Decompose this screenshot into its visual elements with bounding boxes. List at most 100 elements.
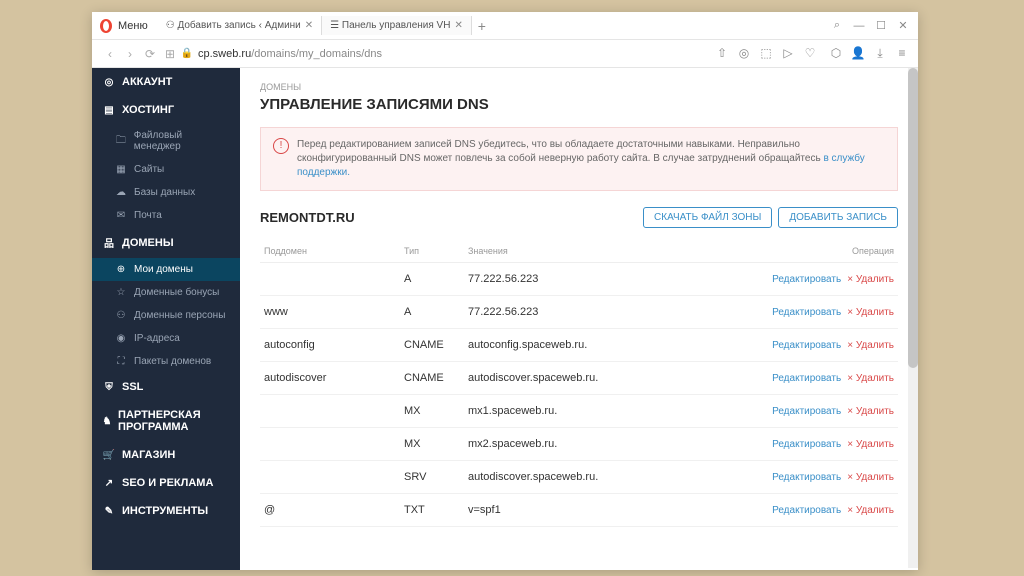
record-value: v=spf1 (464, 494, 604, 527)
reload-icon[interactable]: ⟳ (140, 47, 160, 61)
sidebar-item-ssl[interactable]: ⛨SSL (92, 373, 240, 401)
forward-icon[interactable]: › (120, 47, 140, 61)
edit-record-link[interactable]: Редактировать (772, 406, 841, 417)
record-subdomain: autoconfig (260, 329, 400, 362)
sidebar-icon: ▤ (102, 105, 116, 116)
sidebar-item-магазин[interactable]: 🛒МАГАЗИН (92, 441, 240, 469)
record-subdomain (260, 395, 400, 428)
col-operation: Операция (604, 240, 898, 263)
sidebar-item-доменные-бонусы[interactable]: ☆Доменные бонусы (92, 281, 240, 304)
edit-record-link[interactable]: Редактировать (772, 274, 841, 285)
delete-record-link[interactable]: Удалить (847, 340, 894, 351)
sidebar-item-пакеты-доменов[interactable]: ⛶Пакеты доменов (92, 350, 240, 373)
sidebar-item-базы-данных[interactable]: ☁Базы данных (92, 181, 240, 204)
sidebar-item-домены[interactable]: 品ДОМЕНЫ (92, 227, 240, 258)
sidebar-icon: ◉ (114, 333, 128, 344)
delete-record-link[interactable]: Удалить (847, 406, 894, 417)
play-icon[interactable]: ▷ (780, 46, 796, 62)
record-value: autoconfig.spaceweb.ru. (464, 329, 604, 362)
sidebar-item-файловый-менеджер[interactable]: 🗀Файловый менеджер (92, 124, 240, 158)
sidebar-icon: ▦ (114, 164, 128, 175)
menu-button[interactable]: Меню (118, 20, 148, 32)
browser-tab[interactable]: ☰ Панель управления VH✕ (322, 16, 472, 35)
browser-tab[interactable]: ⚇ Добавить запись ‹ Админи✕ (158, 16, 322, 35)
sidebar-item-хостинг[interactable]: ▤ХОСТИНГ (92, 96, 240, 124)
close-window-icon[interactable]: ✕ (892, 15, 914, 37)
share-icon[interactable]: ⇧ (714, 46, 730, 62)
dns-records-table: Поддомен Тип Значения Операция A77.222.5… (260, 240, 898, 527)
edit-record-link[interactable]: Редактировать (772, 439, 841, 450)
sidebar-icon: ◎ (102, 77, 116, 88)
download-zone-button[interactable]: СКАЧАТЬ ФАЙЛ ЗОНЫ (643, 207, 772, 228)
dns-record-row: autodiscoverCNAMEautodiscover.spaceweb.r… (260, 362, 898, 395)
tab-close-icon[interactable]: ✕ (454, 20, 462, 31)
delete-record-link[interactable]: Удалить (847, 505, 894, 516)
edit-record-link[interactable]: Редактировать (772, 505, 841, 516)
sidebar-item-сайты[interactable]: ▦Сайты (92, 158, 240, 181)
sidebar-item-партнерская-программа[interactable]: ♞ПАРТНЕРСКАЯ ПРОГРАММА (92, 401, 240, 441)
delete-record-link[interactable]: Удалить (847, 373, 894, 384)
titlebar: Меню ⚇ Добавить запись ‹ Админи✕☰ Панель… (92, 12, 918, 40)
record-type: CNAME (400, 329, 464, 362)
delete-record-link[interactable]: Удалить (847, 439, 894, 450)
scrollbar[interactable] (908, 68, 918, 568)
new-tab-button[interactable]: + (472, 18, 492, 34)
sidebar-item-мои-домены[interactable]: ⊕Мои домены (92, 258, 240, 281)
record-subdomain (260, 263, 400, 296)
edit-record-link[interactable]: Редактировать (772, 340, 841, 351)
minimize-icon[interactable]: — (848, 15, 870, 37)
record-type: TXT (400, 494, 464, 527)
tab-close-icon[interactable]: ✕ (305, 20, 313, 31)
record-value: autodiscover.spaceweb.ru. (464, 362, 604, 395)
avatar-icon[interactable]: 👤 (850, 46, 866, 62)
back-icon[interactable]: ‹ (100, 47, 120, 61)
sidebar-icon: ⛨ (102, 382, 116, 393)
sidebar-icon: ✎ (102, 506, 116, 517)
record-subdomain: autodiscover (260, 362, 400, 395)
sidebar-icon: 品 (102, 235, 116, 250)
record-subdomain: www (260, 296, 400, 329)
dns-record-row: MXmx2.spaceweb.ru.РедактироватьУдалить (260, 428, 898, 461)
heart-icon[interactable]: ♡ (802, 46, 818, 62)
cube-icon[interactable]: ⬡ (828, 46, 844, 62)
sidebar-item-ip-адреса[interactable]: ◉IP-адреса (92, 327, 240, 350)
dns-record-row: wwwA77.222.56.223 Редактировать Удалить (260, 296, 898, 329)
download-icon[interactable]: ⤓ (872, 46, 888, 62)
sidebar-icon: 🛒 (102, 450, 116, 461)
sidebar-icon: 🗀 (114, 133, 128, 150)
warning-icon: ! (273, 138, 289, 154)
record-type: A (400, 296, 464, 329)
col-value: Значения (464, 240, 604, 263)
delete-record-link[interactable]: Удалить (847, 274, 894, 285)
delete-record-link[interactable]: Удалить (847, 472, 894, 483)
opera-logo-icon (98, 18, 114, 34)
url-field[interactable]: cp.sweb.ru/domains/my_domains/dns (198, 48, 714, 60)
add-record-button[interactable]: ДОБАВИТЬ ЗАПИСЬ (778, 207, 898, 228)
record-type: MX (400, 395, 464, 428)
record-type: SRV (400, 461, 464, 494)
easy-setup-icon[interactable]: ≡ (894, 46, 910, 62)
record-value: mx2.spaceweb.ru. (464, 428, 604, 461)
sidebar-item-инструменты[interactable]: ✎ИНСТРУМЕНТЫ (92, 497, 240, 525)
maximize-icon[interactable]: ☐ (870, 15, 892, 37)
snapshot-icon[interactable]: ⬚ (758, 46, 774, 62)
camera-icon[interactable]: ◎ (736, 46, 752, 62)
speed-dial-icon[interactable]: ⊞ (160, 47, 180, 61)
delete-record-link[interactable]: Удалить (847, 307, 894, 318)
edit-record-link[interactable]: Редактировать (772, 307, 841, 318)
sidebar-icon: ✉ (114, 210, 128, 221)
sidebar-item-seo-и-реклама[interactable]: ↗SEO И РЕКЛАМА (92, 469, 240, 497)
record-value: 77.222.56.223 (464, 296, 604, 329)
search-icon[interactable]: ⌕ (826, 15, 848, 37)
sidebar-icon: ⛶ (114, 356, 128, 367)
lock-icon[interactable]: 🔒 (180, 48, 194, 59)
sidebar-item-доменные-персоны[interactable]: ⚇Доменные персоны (92, 304, 240, 327)
record-value: autodiscover.spaceweb.ru. (464, 461, 604, 494)
address-bar: ‹ › ⟳ ⊞ 🔒 cp.sweb.ru/domains/my_domains/… (92, 40, 918, 68)
sidebar-item-аккаунт[interactable]: ◎АККАУНТ (92, 68, 240, 96)
scrollbar-thumb[interactable] (908, 68, 918, 368)
edit-record-link[interactable]: Редактировать (772, 373, 841, 384)
sidebar-item-почта[interactable]: ✉Почта (92, 204, 240, 227)
edit-record-link[interactable]: Редактировать (772, 472, 841, 483)
col-subdomain: Поддомен (260, 240, 400, 263)
